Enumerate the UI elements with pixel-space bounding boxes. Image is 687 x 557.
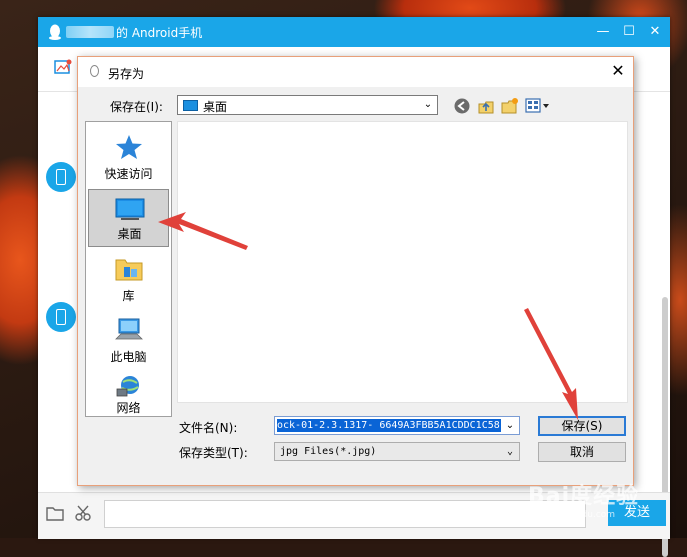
qq-window-title: 的 Android手机 [116, 26, 203, 40]
navigation-toolbar [453, 97, 553, 115]
place-desktop[interactable]: 桌面 [88, 189, 169, 247]
cancel-button[interactable]: 取消 [538, 442, 626, 462]
save-location-value: 桌面 [203, 100, 228, 114]
dialog-title: 另存为 [108, 67, 145, 81]
places-bar: 快速访问 桌面 库 此电脑 网络 [85, 121, 172, 417]
star-icon [116, 135, 142, 159]
place-library[interactable]: 库 [88, 250, 169, 308]
message-input[interactable] [104, 500, 586, 528]
filename-selected-text: ock-01-2.3.1317- 6649A3FBB5A1CDDC1C58 [277, 419, 501, 432]
view-menu-icon[interactable] [525, 97, 551, 115]
save-as-dialog: 另存为 ✕ 保存在(I): 桌面 ⌄ 快速访问 桌面 库 此电脑 网络 文件名(… [77, 56, 634, 486]
desktop-icon [115, 198, 145, 220]
file-list-view[interactable] [177, 121, 628, 403]
folder-icon[interactable] [46, 505, 64, 521]
qq-titlebar[interactable]: 的 Android手机 — ☐ ✕ [38, 17, 670, 47]
baidu-watermark: Bai度经验 jingyan.baidu.com [528, 478, 678, 524]
filename-input[interactable]: ock-01-2.3.1317- 6649A3FBB5A1CDDC1C58 ⌄ [274, 416, 520, 435]
network-globe-icon [116, 376, 139, 397]
filetype-label: 保存类型(T): [179, 446, 248, 460]
dialog-close-icon[interactable]: ✕ [608, 61, 628, 81]
save-location-dropdown[interactable]: 桌面 ⌄ [177, 95, 438, 115]
save-button[interactable]: 保存(S) [538, 416, 626, 436]
blurred-contact-name [66, 26, 114, 38]
watermark-logo: Bai度经验 [528, 484, 640, 509]
filetype-value: jpg Files(*.jpg) [280, 446, 377, 457]
save-in-label: 保存在(I): [110, 100, 163, 114]
qq-penguin-icon [49, 24, 61, 40]
phone-icon [56, 309, 66, 325]
dialog-titlebar[interactable]: 另存为 ✕ [78, 57, 633, 87]
desktop-icon [183, 100, 198, 111]
place-network[interactable]: 网络 [88, 372, 169, 416]
phone-icon [56, 169, 66, 185]
maximize-icon[interactable]: ☐ [620, 23, 638, 41]
chevron-down-icon[interactable]: ⌄ [504, 419, 516, 433]
new-folder-icon[interactable] [501, 97, 519, 115]
place-this-pc[interactable]: 此电脑 [88, 311, 169, 369]
place-quick-access[interactable]: 快速访问 [88, 128, 169, 186]
up-folder-icon[interactable] [477, 97, 495, 115]
filename-label: 文件名(N): [179, 421, 238, 435]
qq-penguin-icon [90, 65, 99, 77]
chevron-down-icon[interactable]: ⌄ [504, 445, 516, 459]
scissors-icon[interactable] [74, 504, 92, 522]
watermark-url: jingyan.baidu.com [532, 510, 616, 520]
close-icon[interactable]: ✕ [646, 23, 664, 41]
library-folder-icon [115, 259, 143, 281]
chevron-down-icon[interactable]: ⌄ [422, 98, 434, 112]
back-arrow-icon[interactable] [453, 97, 471, 115]
device-avatar[interactable] [46, 302, 76, 332]
computer-icon [115, 318, 143, 340]
filetype-dropdown[interactable]: jpg Files(*.jpg) ⌄ [274, 442, 520, 461]
device-avatar[interactable] [46, 162, 76, 192]
minimize-icon[interactable]: — [594, 23, 612, 41]
image-share-icon[interactable] [54, 59, 72, 75]
